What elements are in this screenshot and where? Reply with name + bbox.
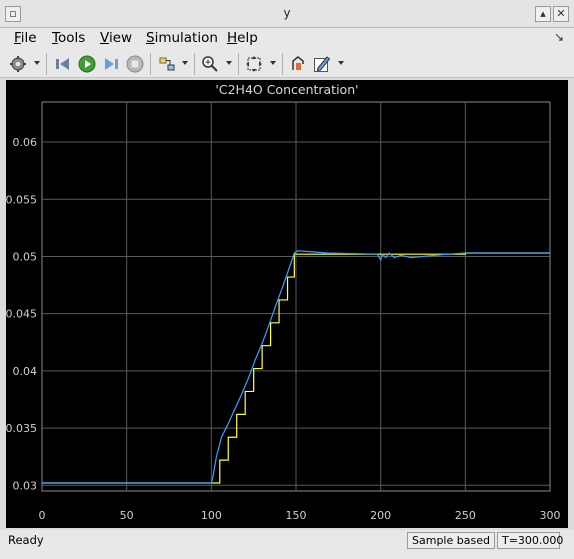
x-tick-label: 300 xyxy=(540,509,561,522)
x-tick-label: 100 xyxy=(201,509,222,522)
y-tick-label: 0.03 xyxy=(13,479,38,492)
toolbar xyxy=(0,50,574,78)
zoom-icon[interactable] xyxy=(200,54,220,74)
menu-tools-label: ools xyxy=(57,30,86,46)
menu-view-label: iew xyxy=(108,30,133,46)
menu-file-mnemonic: F xyxy=(14,30,21,46)
dock-pin-icon[interactable]: ↘ xyxy=(554,30,564,44)
autoscale-icon[interactable] xyxy=(244,54,264,74)
x-tick-label: 200 xyxy=(370,509,391,522)
toolbar-separator xyxy=(46,53,47,75)
toolbar-separator xyxy=(238,53,239,75)
status-ready-text: Ready xyxy=(8,533,44,547)
y-tick-label: 0.05 xyxy=(13,250,38,263)
toolbar-separator xyxy=(282,53,283,75)
menu-simulation[interactable]: Simulation xyxy=(146,30,218,46)
x-tick-label: 0 xyxy=(39,509,46,522)
status-time: T=300.000 xyxy=(497,532,563,549)
highlight-block-icon[interactable] xyxy=(288,54,308,74)
run-icon[interactable] xyxy=(77,54,97,74)
menu-tools[interactable]: Tools xyxy=(52,30,85,46)
scope-plot[interactable]: 'C2H4O Concentration' 0 50 100 150 200 250 300… xyxy=(6,80,568,528)
y-tick-label: 0.035 xyxy=(6,422,37,435)
menu-help-label: elp xyxy=(237,30,258,46)
menu-help-mnemonic: H xyxy=(227,30,238,46)
plot-canvas: 0 50 100 150 200 250 300 0.03 0.035 0.04 0.045 0.05… xyxy=(6,101,561,522)
y-tick-label: 0.04 xyxy=(13,365,38,378)
title-bar: ▫ y ▴ ✕ xyxy=(0,0,574,28)
menu-file-label: ile xyxy=(20,30,37,46)
gear-dropdown-icon[interactable] xyxy=(34,61,40,65)
x-tick-label: 150 xyxy=(286,509,307,522)
close-button[interactable]: ✕ xyxy=(553,6,569,22)
menu-view-mnemonic: V xyxy=(100,30,109,46)
menu-simulation-label: imulation xyxy=(154,30,218,46)
stop-icon[interactable] xyxy=(125,54,145,74)
status-bar: Ready Sample based T=300.000 xyxy=(0,530,574,559)
window-title: y xyxy=(283,6,291,20)
style-icon[interactable] xyxy=(312,54,332,74)
y-tick-label: 0.045 xyxy=(6,308,37,321)
zoom-dropdown-icon[interactable] xyxy=(226,61,232,65)
toolbar-separator xyxy=(150,53,151,75)
y-tick-label: 0.055 xyxy=(6,193,37,206)
menu-file[interactable]: File xyxy=(14,30,37,46)
step-forward-icon[interactable] xyxy=(101,54,121,74)
style-dropdown-icon[interactable] xyxy=(338,61,344,65)
menu-view[interactable]: View xyxy=(100,30,132,46)
menu-help[interactable]: Help xyxy=(227,30,258,46)
x-tick-label: 50 xyxy=(120,509,134,522)
menu-simulation-mnemonic: S xyxy=(146,30,155,46)
x-tick-label: 250 xyxy=(455,509,476,522)
menu-bar: File Tools View Simulation Help ↘ xyxy=(0,28,574,50)
step-back-icon[interactable] xyxy=(53,54,73,74)
maximize-button[interactable]: ▴ xyxy=(535,6,551,22)
signal-selector-dropdown-icon[interactable] xyxy=(182,61,188,65)
signal-selector-icon[interactable] xyxy=(157,54,177,74)
status-mode: Sample based xyxy=(407,532,495,549)
gear-icon[interactable] xyxy=(8,54,28,74)
y-tick-label: 0.06 xyxy=(13,136,38,149)
autoscale-dropdown-icon[interactable] xyxy=(270,61,276,65)
toolbar-separator xyxy=(194,53,195,75)
